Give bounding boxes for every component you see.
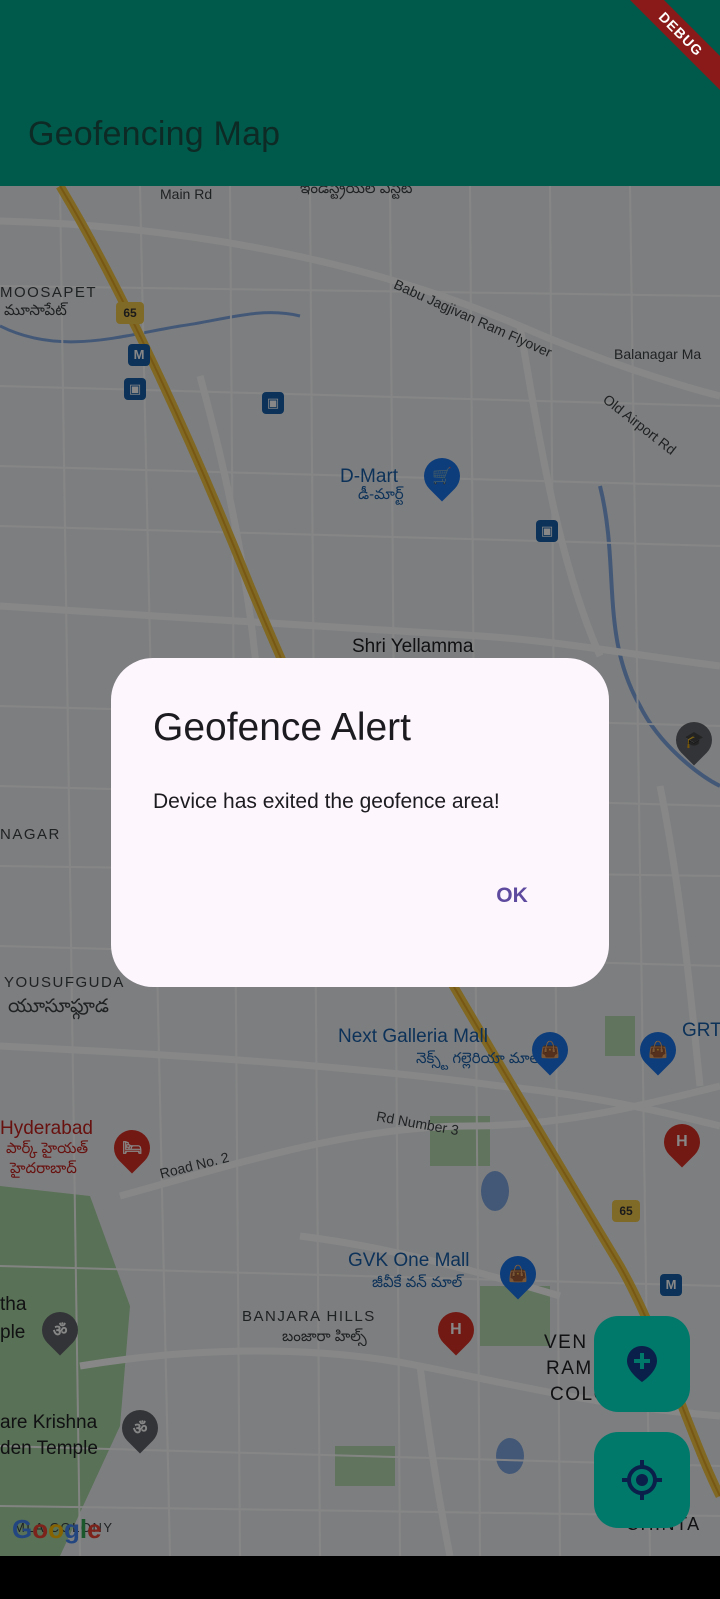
dialog-title: Geofence Alert [153,706,411,749]
add-geofence-button[interactable] [594,1316,690,1412]
ok-button[interactable]: OK [462,872,562,920]
dialog-message: Device has exited the geofence area! [153,790,500,813]
geofence-alert-dialog: Geofence Alert Device has exited the geo… [111,658,609,987]
my-location-icon [622,1460,662,1500]
add-location-icon [627,1346,657,1382]
app-bar: Geofencing Map [0,0,720,186]
system-navigation-bar [0,1556,720,1599]
my-location-button[interactable] [594,1432,690,1528]
app-title: Geofencing Map [28,115,281,153]
